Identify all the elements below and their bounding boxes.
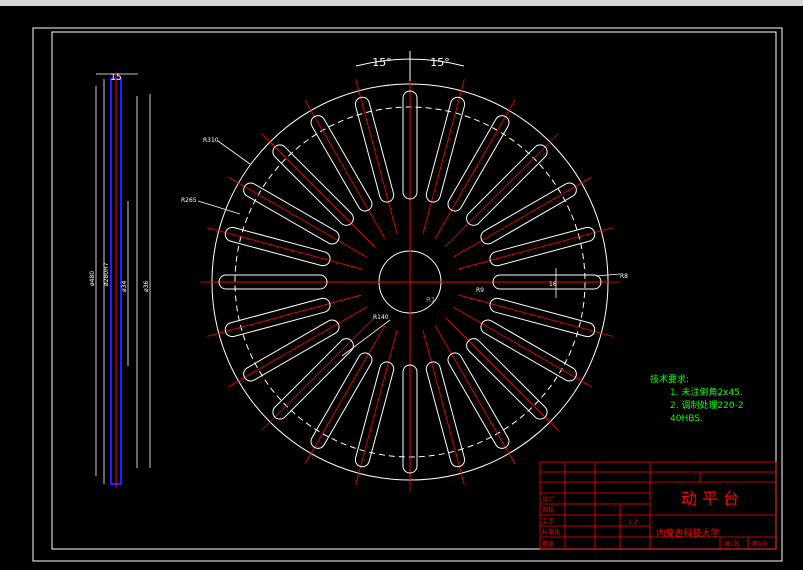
label-r-slot: R9 <box>476 287 484 294</box>
leader-r-inner <box>341 319 391 357</box>
side-thickness-label: 15 <box>110 73 121 83</box>
radial-center-line <box>261 317 375 431</box>
tb-label-3: 标准化 <box>542 528 560 536</box>
label-r-inner: R140 <box>373 314 389 321</box>
radial-center-line <box>445 133 559 247</box>
angle-dimension: 15° 15° <box>355 51 465 81</box>
leader-r-outer <box>217 140 251 165</box>
sheet-total: 共1张 <box>724 540 740 548</box>
part-name: 动 平 台 <box>681 489 739 508</box>
side-dim-label-1: ø480 <box>89 271 96 286</box>
plate-front-view <box>200 72 620 492</box>
side-dim-label-3: ø34 <box>121 281 128 292</box>
angle-label-right: 15° <box>430 56 450 69</box>
tb-label-0: 设计 <box>542 495 554 503</box>
tb-label-2: 工艺 <box>542 517 554 525</box>
cad-drawing-canvas[interactable]: 15 ø480 ø280H7 ø34 ø36 15° 15° R310 R265… <box>0 6 803 570</box>
notes-title: 技术要求: <box>650 373 689 385</box>
radius-leaders: R310 R265 R140 R1 R8 R9 16 <box>181 137 628 357</box>
radial-center-line <box>261 133 375 247</box>
side-dim-label-2: ø280H7 <box>103 262 110 286</box>
outer-frame <box>32 27 783 562</box>
tb-label-1: 审核 <box>542 506 554 514</box>
notes-line-3: 40HBS. <box>670 414 703 424</box>
radial-center-line <box>445 317 559 431</box>
sheet-number: 第1张 <box>752 540 768 548</box>
technical-notes: 技术要求: 1. 未注倒角2x45. 2. 调制处理220-2 40HBS. <box>650 373 744 424</box>
label-r-outer: R310 <box>203 137 219 144</box>
tb-label-4: 批准 <box>542 540 554 548</box>
scale-label: 1:2 <box>628 519 638 526</box>
label-r-hub: R1 <box>426 296 435 304</box>
side-dim-label-4: ø36 <box>143 281 150 292</box>
label-r-ring: R265 <box>181 197 197 204</box>
university-name: 内蒙古科技大学 <box>656 527 719 539</box>
leader-r-ring <box>197 200 241 215</box>
notes-line-1: 1. 未注倒角2x45. <box>670 386 743 398</box>
side-view: 15 ø480 ø280H7 ø34 ø36 <box>89 73 151 488</box>
notes-line-2: 2. 调制处理220-2 <box>670 399 744 411</box>
label-slot-width: 16 <box>549 281 557 288</box>
label-r-slot-end: R8 <box>620 273 628 280</box>
angle-label-left: 15° <box>372 56 392 69</box>
